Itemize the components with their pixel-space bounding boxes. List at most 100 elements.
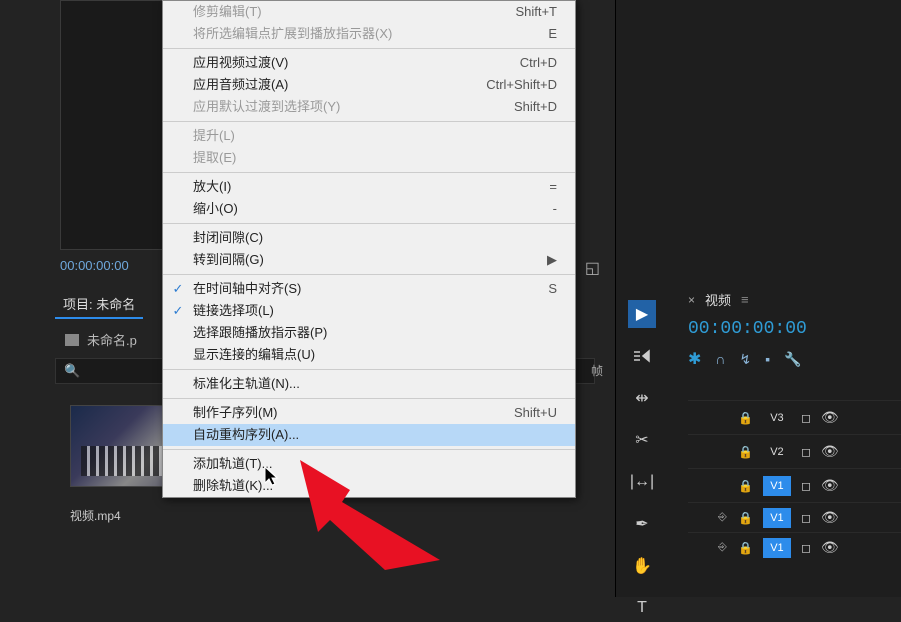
eye-icon[interactable]: 👁 (821, 539, 839, 556)
track-patch-icon[interactable]: ⎆ (718, 541, 727, 554)
check-icon: ✓ (169, 281, 187, 297)
track-toggle-icon[interactable]: ◻ (801, 411, 811, 425)
menu-item[interactable]: 显示连接的编辑点(U) (163, 344, 575, 366)
preview-monitor (60, 0, 165, 250)
menu-item-label: 添加轨道(T)... (193, 456, 272, 472)
track-patch-icon[interactable]: ⎆ (718, 511, 727, 524)
panel-menu-icon[interactable]: ≡ (741, 292, 749, 307)
bin-label: 未命名.p (87, 330, 137, 349)
eye-icon[interactable]: 👁 (821, 509, 839, 526)
snap-icon[interactable]: ✱ (688, 349, 701, 369)
eye-icon[interactable]: 👁 (821, 443, 839, 460)
menu-shortcut: ▶ (547, 252, 557, 268)
menu-item[interactable]: 标准化主轨道(N)... (163, 373, 575, 395)
project-panel-tab[interactable]: 项目: 未命名 (55, 290, 143, 319)
menu-item-label: 显示连接的编辑点(U) (193, 347, 315, 363)
mouse-cursor-icon (265, 467, 281, 492)
track-row-V2[interactable]: 🔒 V2 ◻ 👁 (688, 434, 901, 468)
export-frame-icon[interactable]: ◱ (585, 258, 600, 278)
menu-item: 修剪编辑(T)Shift+T (163, 1, 575, 23)
track-select-tool[interactable] (628, 342, 656, 370)
eye-icon[interactable]: 👁 (821, 477, 839, 494)
ripple-edit-tool[interactable]: ⇹ (628, 384, 656, 412)
menu-item-label: 修剪编辑(T) (193, 4, 262, 20)
menu-item: 提取(E) (163, 147, 575, 169)
menu-item: 应用默认过渡到选择项(Y)Shift+D (163, 96, 575, 118)
lock-icon[interactable]: 🔒 (738, 511, 753, 525)
menu-item[interactable]: 自动重构序列(A)... (163, 424, 575, 446)
slip-tool[interactable]: |↔| (628, 468, 656, 496)
menu-item-label: 应用音频过渡(A) (193, 77, 288, 93)
magnet-icon[interactable]: ∩ (715, 351, 725, 367)
menu-item-label: 放大(I) (193, 179, 231, 195)
menu-item-label: 自动重构序列(A)... (193, 427, 299, 443)
menu-item[interactable]: ✓ 链接选择项(L) (163, 300, 575, 322)
menu-item-label: 链接选择项(L) (193, 303, 274, 319)
menu-item-label: 封闭间隙(C) (193, 230, 263, 246)
timeline-tracks: 🔒 V3 ◻ 👁 🔒 V2 ◻ 👁 🔒 V1 ◻ 👁 ⎆ 🔒 V1 ◻ 👁 ⎆ 🔒 V1 ◻ 👁 (688, 400, 901, 562)
menu-shortcut: Ctrl+Shift+D (486, 77, 557, 93)
menu-shortcut: Ctrl+D (520, 55, 557, 71)
marker-icon[interactable]: ▪ (765, 351, 770, 367)
track-toggle-icon[interactable]: ◻ (801, 511, 811, 525)
menu-item[interactable]: ✓在时间轴中对齐(S)S (163, 278, 575, 300)
track-label[interactable]: V1 (763, 508, 791, 528)
menu-item-label: 标准化主轨道(N)... (193, 376, 300, 392)
track-label[interactable]: V2 (763, 442, 791, 462)
lock-icon[interactable]: 🔒 (738, 445, 753, 459)
menu-item[interactable]: 选择跟随播放指示器(P) (163, 322, 575, 344)
track-row-V1c[interactable]: ⎆ 🔒 V1 ◻ 👁 (688, 532, 901, 562)
menu-item: 提升(L) (163, 125, 575, 147)
menu-item-label: 提取(E) (193, 150, 236, 166)
menu-item-label: 缩小(O) (193, 201, 238, 217)
menu-item-label: 转到间隔(G) (193, 252, 264, 268)
close-tab-icon[interactable]: × (688, 293, 695, 307)
menu-item-label: 删除轨道(K)... (193, 478, 273, 494)
track-label[interactable]: V1 (763, 538, 791, 558)
menu-item[interactable]: 放大(I) = (163, 176, 575, 198)
menu-item: 将所选编辑点扩展到播放指示器(X)E (163, 23, 575, 45)
lock-icon[interactable]: 🔒 (738, 479, 753, 493)
menu-item[interactable]: 应用视频过渡(V)Ctrl+D (163, 52, 575, 74)
selection-tool[interactable]: ▶ (628, 300, 656, 328)
menu-item[interactable]: 封闭间隙(C) (163, 227, 575, 249)
menu-item[interactable]: 缩小(O) - (163, 198, 575, 220)
menu-separator (163, 48, 575, 49)
check-icon: ✓ (169, 303, 187, 319)
menu-shortcut: = (549, 179, 557, 195)
track-toggle-icon[interactable]: ◻ (801, 445, 811, 459)
track-label[interactable]: V3 (763, 408, 791, 428)
menu-shortcut: - (553, 201, 557, 217)
menu-item[interactable]: 应用音频过渡(A) Ctrl+Shift+D (163, 74, 575, 96)
menu-separator (163, 223, 575, 224)
hand-tool[interactable]: ✋ (628, 552, 656, 580)
pen-tool[interactable]: ✒ (628, 510, 656, 538)
lock-icon[interactable]: 🔒 (738, 541, 753, 555)
project-bin-row: 未命名.p (65, 330, 137, 349)
timeline-timecode[interactable]: 00:00:00:00 (688, 319, 893, 339)
menu-item-label: 在时间轴中对齐(S) (193, 281, 301, 297)
track-toggle-icon[interactable]: ◻ (801, 479, 811, 493)
linked-selection-icon[interactable]: ↯ (739, 351, 751, 368)
track-row-V3[interactable]: 🔒 V3 ◻ 👁 (688, 400, 901, 434)
track-toggle-icon[interactable]: ◻ (801, 541, 811, 555)
track-row-V1b[interactable]: ⎆ 🔒 V1 ◻ 👁 (688, 502, 901, 532)
lock-icon[interactable]: 🔒 (738, 411, 753, 425)
eye-icon[interactable]: 👁 (821, 409, 839, 426)
timeline-tab-label[interactable]: 视频 (705, 290, 731, 309)
type-tool[interactable]: T (628, 594, 656, 622)
menu-item[interactable]: 制作子序列(M)Shift+U (163, 402, 575, 424)
search-icon: 🔍 (64, 363, 80, 379)
source-timecode: 00:00:00:00 (60, 258, 129, 273)
menu-item-label: 提升(L) (193, 128, 235, 144)
menu-shortcut: Shift+D (514, 99, 557, 115)
menu-item-label: 将所选编辑点扩展到播放指示器(X) (193, 26, 392, 42)
menu-item[interactable]: 转到间隔(G) ▶ (163, 249, 575, 271)
menu-separator (163, 274, 575, 275)
timeline-panel-header: × 视频 ≡ 00:00:00:00 ✱ ∩ ↯ ▪ 🔧 (688, 290, 893, 369)
razor-tool[interactable]: ✂ (628, 426, 656, 454)
track-row-V1[interactable]: 🔒 V1 ◻ 👁 (688, 468, 901, 502)
track-label[interactable]: V1 (763, 476, 791, 496)
settings-icon[interactable]: 🔧 (784, 351, 801, 368)
menu-separator (163, 172, 575, 173)
